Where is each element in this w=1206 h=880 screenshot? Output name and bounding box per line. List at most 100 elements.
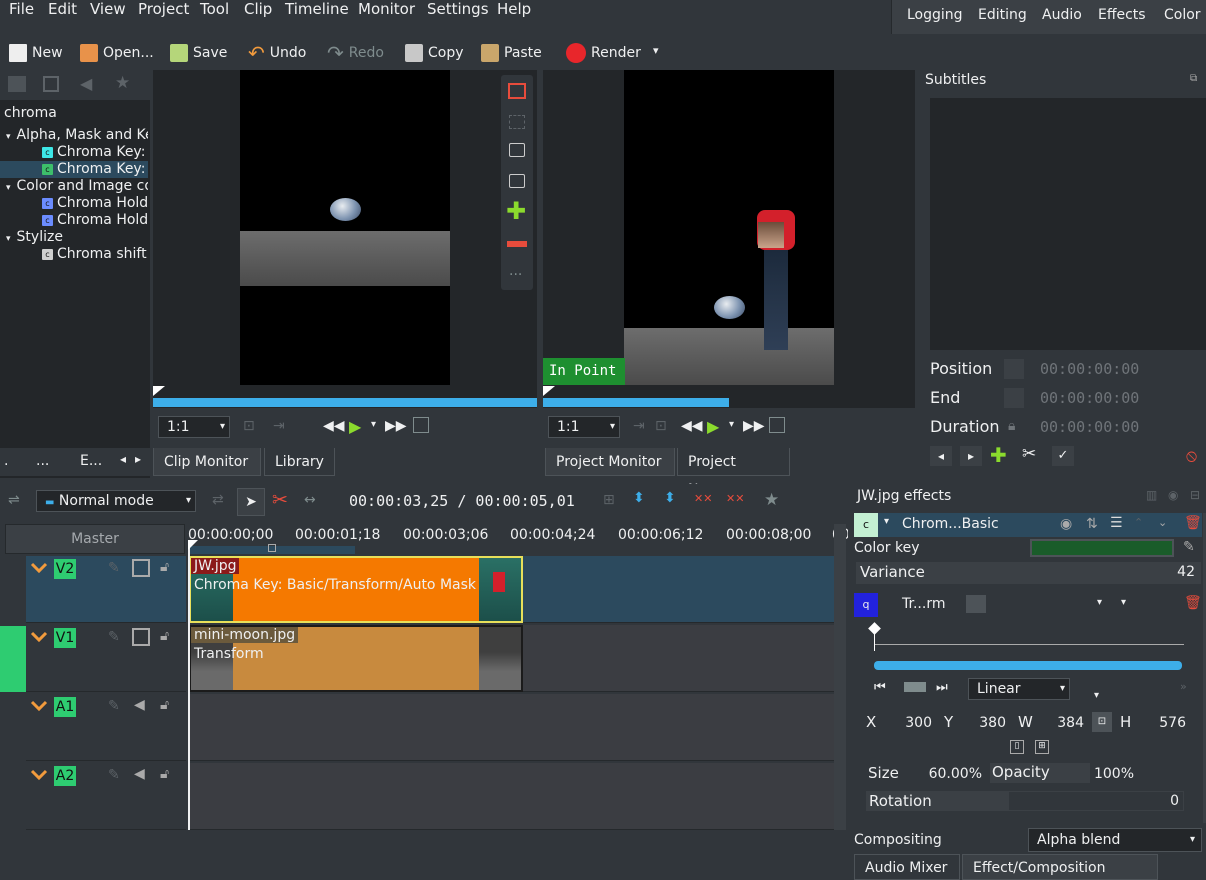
menu-help[interactable]: Help [497,0,531,18]
next-keyframe-icon[interactable]: ⏭ [936,680,948,695]
subtitles-list[interactable] [930,98,1206,350]
tab-audio-mixer[interactable]: Audio Mixer [854,854,960,880]
layout-color[interactable]: Color [1164,7,1201,23]
effects-icon[interactable]: ✎ [108,560,120,576]
position-set-icon[interactable] [1004,359,1024,379]
tree-group-alpha[interactable]: ▾ Alpha, Mask and Keying [0,127,148,144]
play-dropdown-icon[interactable]: ▾ [729,419,734,430]
more-icon[interactable]: ··· [509,267,522,283]
track-lane-a1[interactable] [188,694,834,761]
move-up-icon[interactable]: ⌃ [1134,516,1143,529]
float-panel-icon[interactable]: ⧉ [1190,73,1197,84]
remove-marker-icon[interactable] [507,241,527,247]
move-down-icon[interactable]: ⌄ [1158,516,1167,529]
rewind-icon[interactable]: ◀◀ [681,418,703,434]
paste-button[interactable]: Paste [481,43,542,63]
opacity-value[interactable]: 100% [1088,766,1134,782]
end-input[interactable]: 00:00:00:00 [1040,389,1139,407]
new-button[interactable]: New [9,43,63,63]
tree-item-chroma-hold[interactable]: c Chroma Hold [0,195,148,212]
lock-icon[interactable]: 🔓︎ [160,697,169,713]
lock-icon[interactable]: 🔓︎ [160,559,169,575]
render-button[interactable]: Render [566,43,641,63]
duration-input[interactable]: 00:00:00:00 [1040,418,1139,436]
speaker-icon[interactable]: ◀ [134,697,145,713]
keyframe-zone-bar[interactable] [874,661,1182,670]
keyframe-ruler[interactable] [874,644,1184,645]
timeline-playhead[interactable] [188,544,190,830]
list-icon[interactable] [8,76,26,92]
collapse-chevron-icon[interactable] [30,631,48,643]
track-header-v2[interactable]: V2 ✎ 🔓︎ [26,556,186,623]
in-out-icon[interactable]: ⇥ [633,418,645,434]
effects-icon[interactable]: ✎ [108,698,120,714]
tree-item-chroma-basic[interactable]: c Chroma Key: Basic [0,161,148,178]
x-input[interactable]: 300 [888,715,932,731]
speaker-icon[interactable]: ◀ [134,766,145,782]
play-icon[interactable]: ▶ [707,417,719,436]
forward-icon[interactable]: ▶▶ [743,418,765,434]
fit-icon[interactable]: ⊞ [1035,740,1049,754]
collapse-chevron-icon[interactable] [30,700,48,712]
color-key-swatch[interactable] [1030,539,1174,557]
film-icon[interactable] [132,628,150,646]
add-subtitle-icon[interactable]: ✚ [990,443,1007,467]
extract-icon[interactable]: ✕✕ [726,492,744,505]
tree-group-stylize[interactable]: ▾ Stylize [0,229,148,246]
clip-jw[interactable]: JW.jpg Chroma Key: Basic/Transform/Auto … [189,556,523,623]
ripple-icon[interactable]: ⇄ [212,492,224,508]
tab-e[interactable]: E... [80,453,102,469]
spacer-tool-icon[interactable]: ↔ [304,492,316,508]
layout-editing[interactable]: Editing [978,7,1027,23]
cut-subtitle-icon[interactable]: ✂ [1022,444,1036,464]
y-input[interactable]: 380 [962,715,1006,731]
w-input[interactable]: 384 [1038,715,1084,731]
dropdown-icon[interactable]: ▾ [1097,597,1102,608]
v1-active-indicator[interactable] [0,626,26,692]
insert-icon[interactable]: ⬍ [633,490,645,506]
collapse-chevron-icon[interactable] [30,562,48,574]
tab-ellipsis[interactable]: ... [36,453,49,469]
effect2-header[interactable]: q Tr...rm ▾ ▾ 🗑︎ [854,593,1202,617]
tab-scroll-right-icon[interactable]: ▸ [135,452,141,466]
tree-item-chroma-advanced[interactable]: c Chroma Key: Advanced [0,144,148,161]
film-icon[interactable] [132,559,150,577]
menu-icon[interactable]: ☰ [1110,515,1123,531]
lock-icon[interactable]: 🔓︎ [160,628,169,644]
layout-effects[interactable]: Effects [1098,7,1146,23]
tab-effect-stack[interactable]: Effect/Composition Stack [962,854,1158,880]
position-input[interactable]: 00:00:00:00 [1040,360,1139,378]
size-input[interactable]: 60.00% [918,766,982,782]
render-dropdown-icon[interactable]: ▾ [653,44,659,57]
expand-icon[interactable]: » [1180,680,1187,693]
next-subtitle-icon[interactable]: ▸ [960,446,982,466]
aspect-lock-icon[interactable]: ⊡ [1092,712,1112,732]
favorites-icon[interactable]: ★ [115,73,130,93]
rotation-value[interactable]: 0 [1170,793,1179,809]
project-monitor-view[interactable]: In Point [543,70,915,386]
track-settings-icon[interactable]: ⇌ [8,492,20,508]
dropdown-icon[interactable]: ▾ [1121,597,1126,608]
menu-edit[interactable]: Edit [48,0,77,18]
audio-icon[interactable]: ◀ [80,74,92,93]
video-icon[interactable] [43,76,59,92]
open-button[interactable]: Open... [80,43,154,63]
clip-zoom-select[interactable]: 1:1 ▾ [158,416,230,438]
eye-icon[interactable]: ◉ [1060,516,1072,532]
undo-button[interactable]: ↶ Undo [248,41,306,65]
menu-tool[interactable]: Tool [200,0,229,18]
collapse-chevron-icon[interactable] [30,769,48,781]
prev-subtitle-icon[interactable]: ◂ [930,446,952,466]
dropdown-icon[interactable]: ▾ [1094,690,1099,701]
in-out-icon[interactable]: ⇥ [273,418,285,434]
rewind-icon[interactable]: ◀◀ [323,418,345,434]
tab-clip-monitor[interactable]: Clip Monitor [153,448,261,476]
add-marker-icon[interactable]: ✚ [506,197,526,225]
tab-project-notes[interactable]: Project Notes [677,448,790,498]
project-monitor-ruler[interactable] [543,386,915,408]
clip-monitor-ruler[interactable] [153,386,537,408]
effect1-header[interactable]: c ▾ Chrom...Basic ◉ ⇅ ☰ ⌃ ⌄ 🗑︎ [854,513,1202,537]
crop-icon[interactable] [769,417,785,433]
h-input[interactable]: 576 [1138,715,1186,731]
presets-icon[interactable]: ⇅ [1086,516,1098,532]
